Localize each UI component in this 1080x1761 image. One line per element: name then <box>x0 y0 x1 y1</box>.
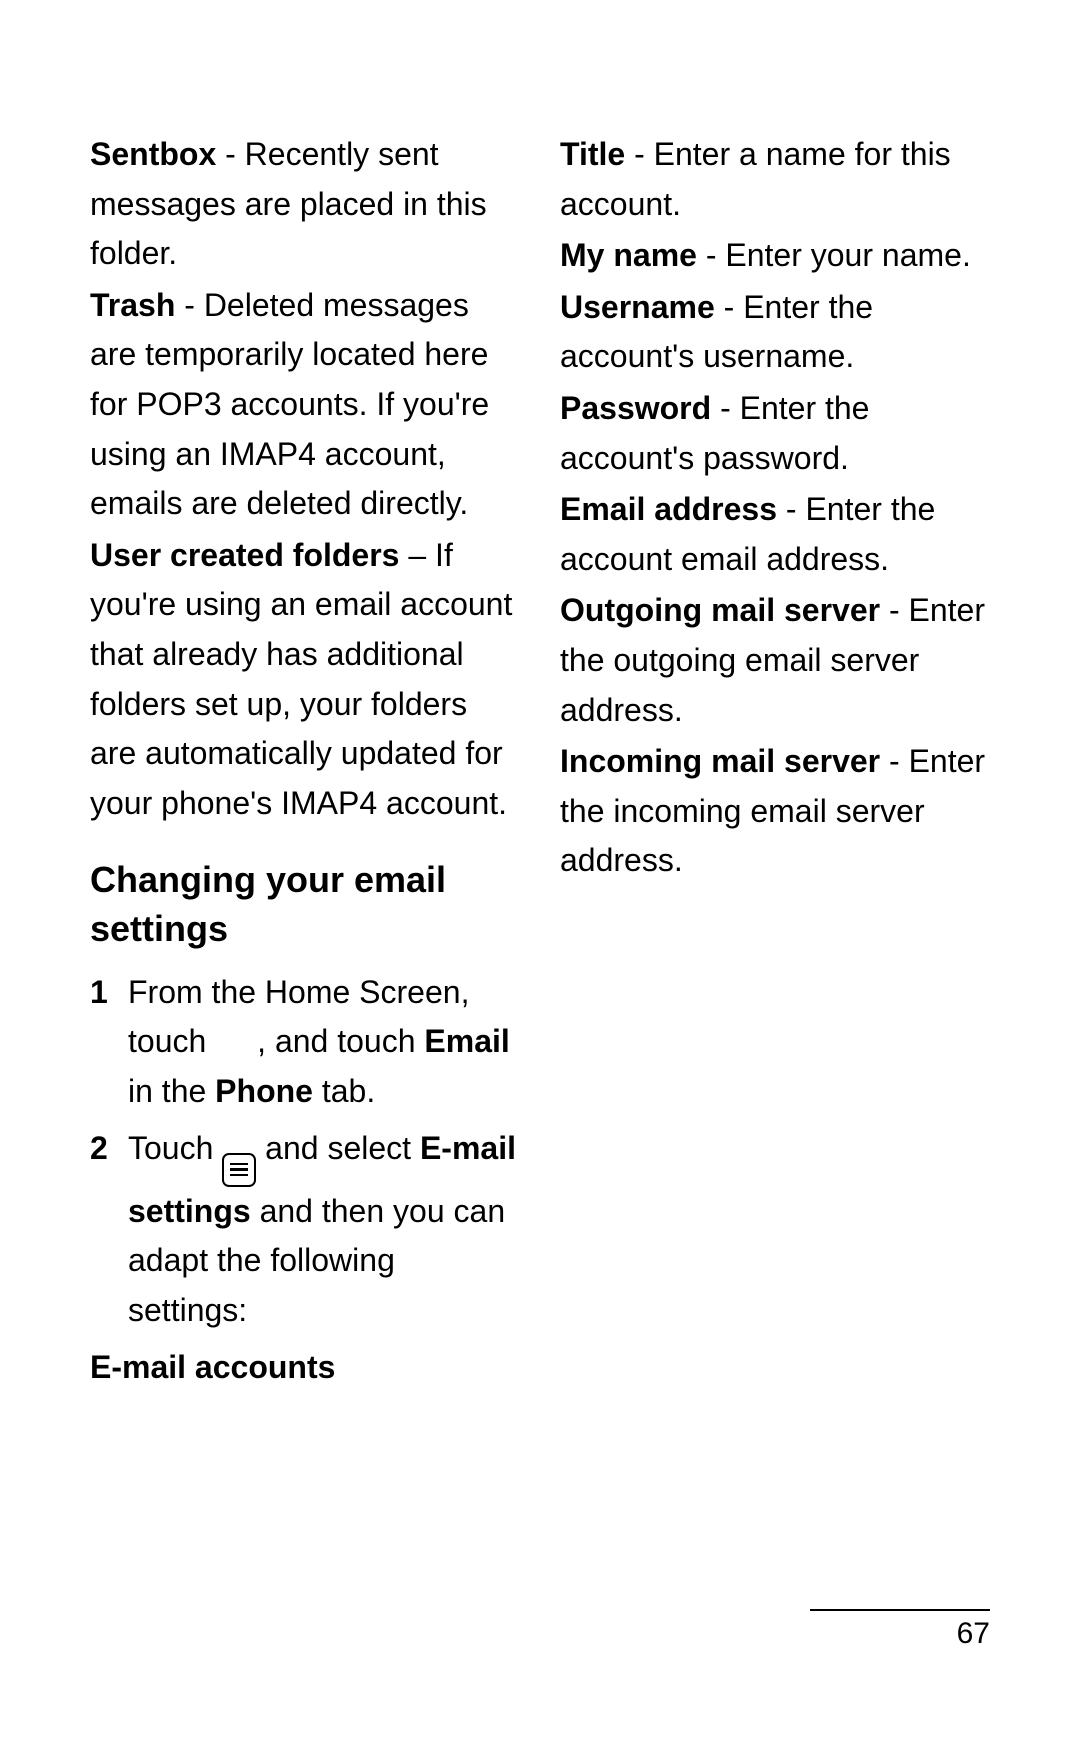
term-outgoing: Outgoing mail server <box>560 592 880 628</box>
term-trash: Trash <box>90 287 175 323</box>
entry-myname: My name - Enter your name. <box>560 231 990 281</box>
section-changing-settings: Changing your email settings 1 From the … <box>90 856 520 1335</box>
manual-page: Sentbox - Recently sent messages are pla… <box>0 0 1080 1761</box>
term-username: Username <box>560 289 715 325</box>
step-1-email-label: Email <box>424 1023 509 1059</box>
step-1-number: 1 <box>90 968 128 1117</box>
entry-username: Username - Enter the account's username. <box>560 283 990 382</box>
entry-title: Title - Enter a name for this account. <box>560 130 990 229</box>
heading-change-settings: Changing your email settings <box>90 856 520 953</box>
term-title: Title <box>560 136 625 172</box>
step-1-text-c: in the <box>128 1073 215 1109</box>
term-user-folders: User created folders <box>90 537 399 573</box>
entry-trash: Trash - Deleted messages are temporarily… <box>90 281 520 529</box>
footer-rule <box>810 1609 990 1611</box>
step-2: 2 Touch and select E-mail settings and t… <box>90 1124 520 1335</box>
steps-list: 1 From the Home Screen, touch , and touc… <box>90 968 520 1336</box>
settings-accounts-header: E-mail accounts <box>90 1343 520 1393</box>
term-sentbox: Sentbox <box>90 136 216 172</box>
step-1-body: From the Home Screen, touch , and touch … <box>128 968 520 1117</box>
term-incoming: Incoming mail server <box>560 743 880 779</box>
accounts-header-text: E-mail accounts <box>90 1349 335 1385</box>
step-2-text-b: and select <box>256 1130 420 1166</box>
content-columns: Sentbox - Recently sent messages are pla… <box>90 130 990 1470</box>
term-myname: My name <box>560 237 697 273</box>
step-1-text-d: tab. <box>313 1073 375 1109</box>
desc-user-folders: – If you're using an email account that … <box>90 537 512 821</box>
step-1-text-b: , and touch <box>257 1023 424 1059</box>
term-email: Email address <box>560 491 777 527</box>
menu-icon <box>222 1153 256 1187</box>
page-number: 67 <box>810 1617 990 1651</box>
entry-user-folders: User created folders – If you're using a… <box>90 531 520 829</box>
term-password: Password <box>560 390 711 426</box>
entry-outgoing: Outgoing mail server - Enter the outgoin… <box>560 586 990 735</box>
desc-myname: - Enter your name. <box>697 237 971 273</box>
entry-incoming: Incoming mail server - Enter the incomin… <box>560 737 990 886</box>
step-2-body: Touch and select E-mail settings and the… <box>128 1124 520 1335</box>
step-1-phone-label: Phone <box>215 1073 313 1109</box>
entry-sentbox: Sentbox - Recently sent messages are pla… <box>90 130 520 279</box>
entry-password: Password - Enter the account's password. <box>560 384 990 483</box>
step-2-number: 2 <box>90 1124 128 1335</box>
entry-email: Email address - Enter the account email … <box>560 485 990 584</box>
step-1: 1 From the Home Screen, touch , and touc… <box>90 968 520 1117</box>
page-footer: 67 <box>810 1609 990 1651</box>
step-2-text-a: Touch <box>128 1130 222 1166</box>
